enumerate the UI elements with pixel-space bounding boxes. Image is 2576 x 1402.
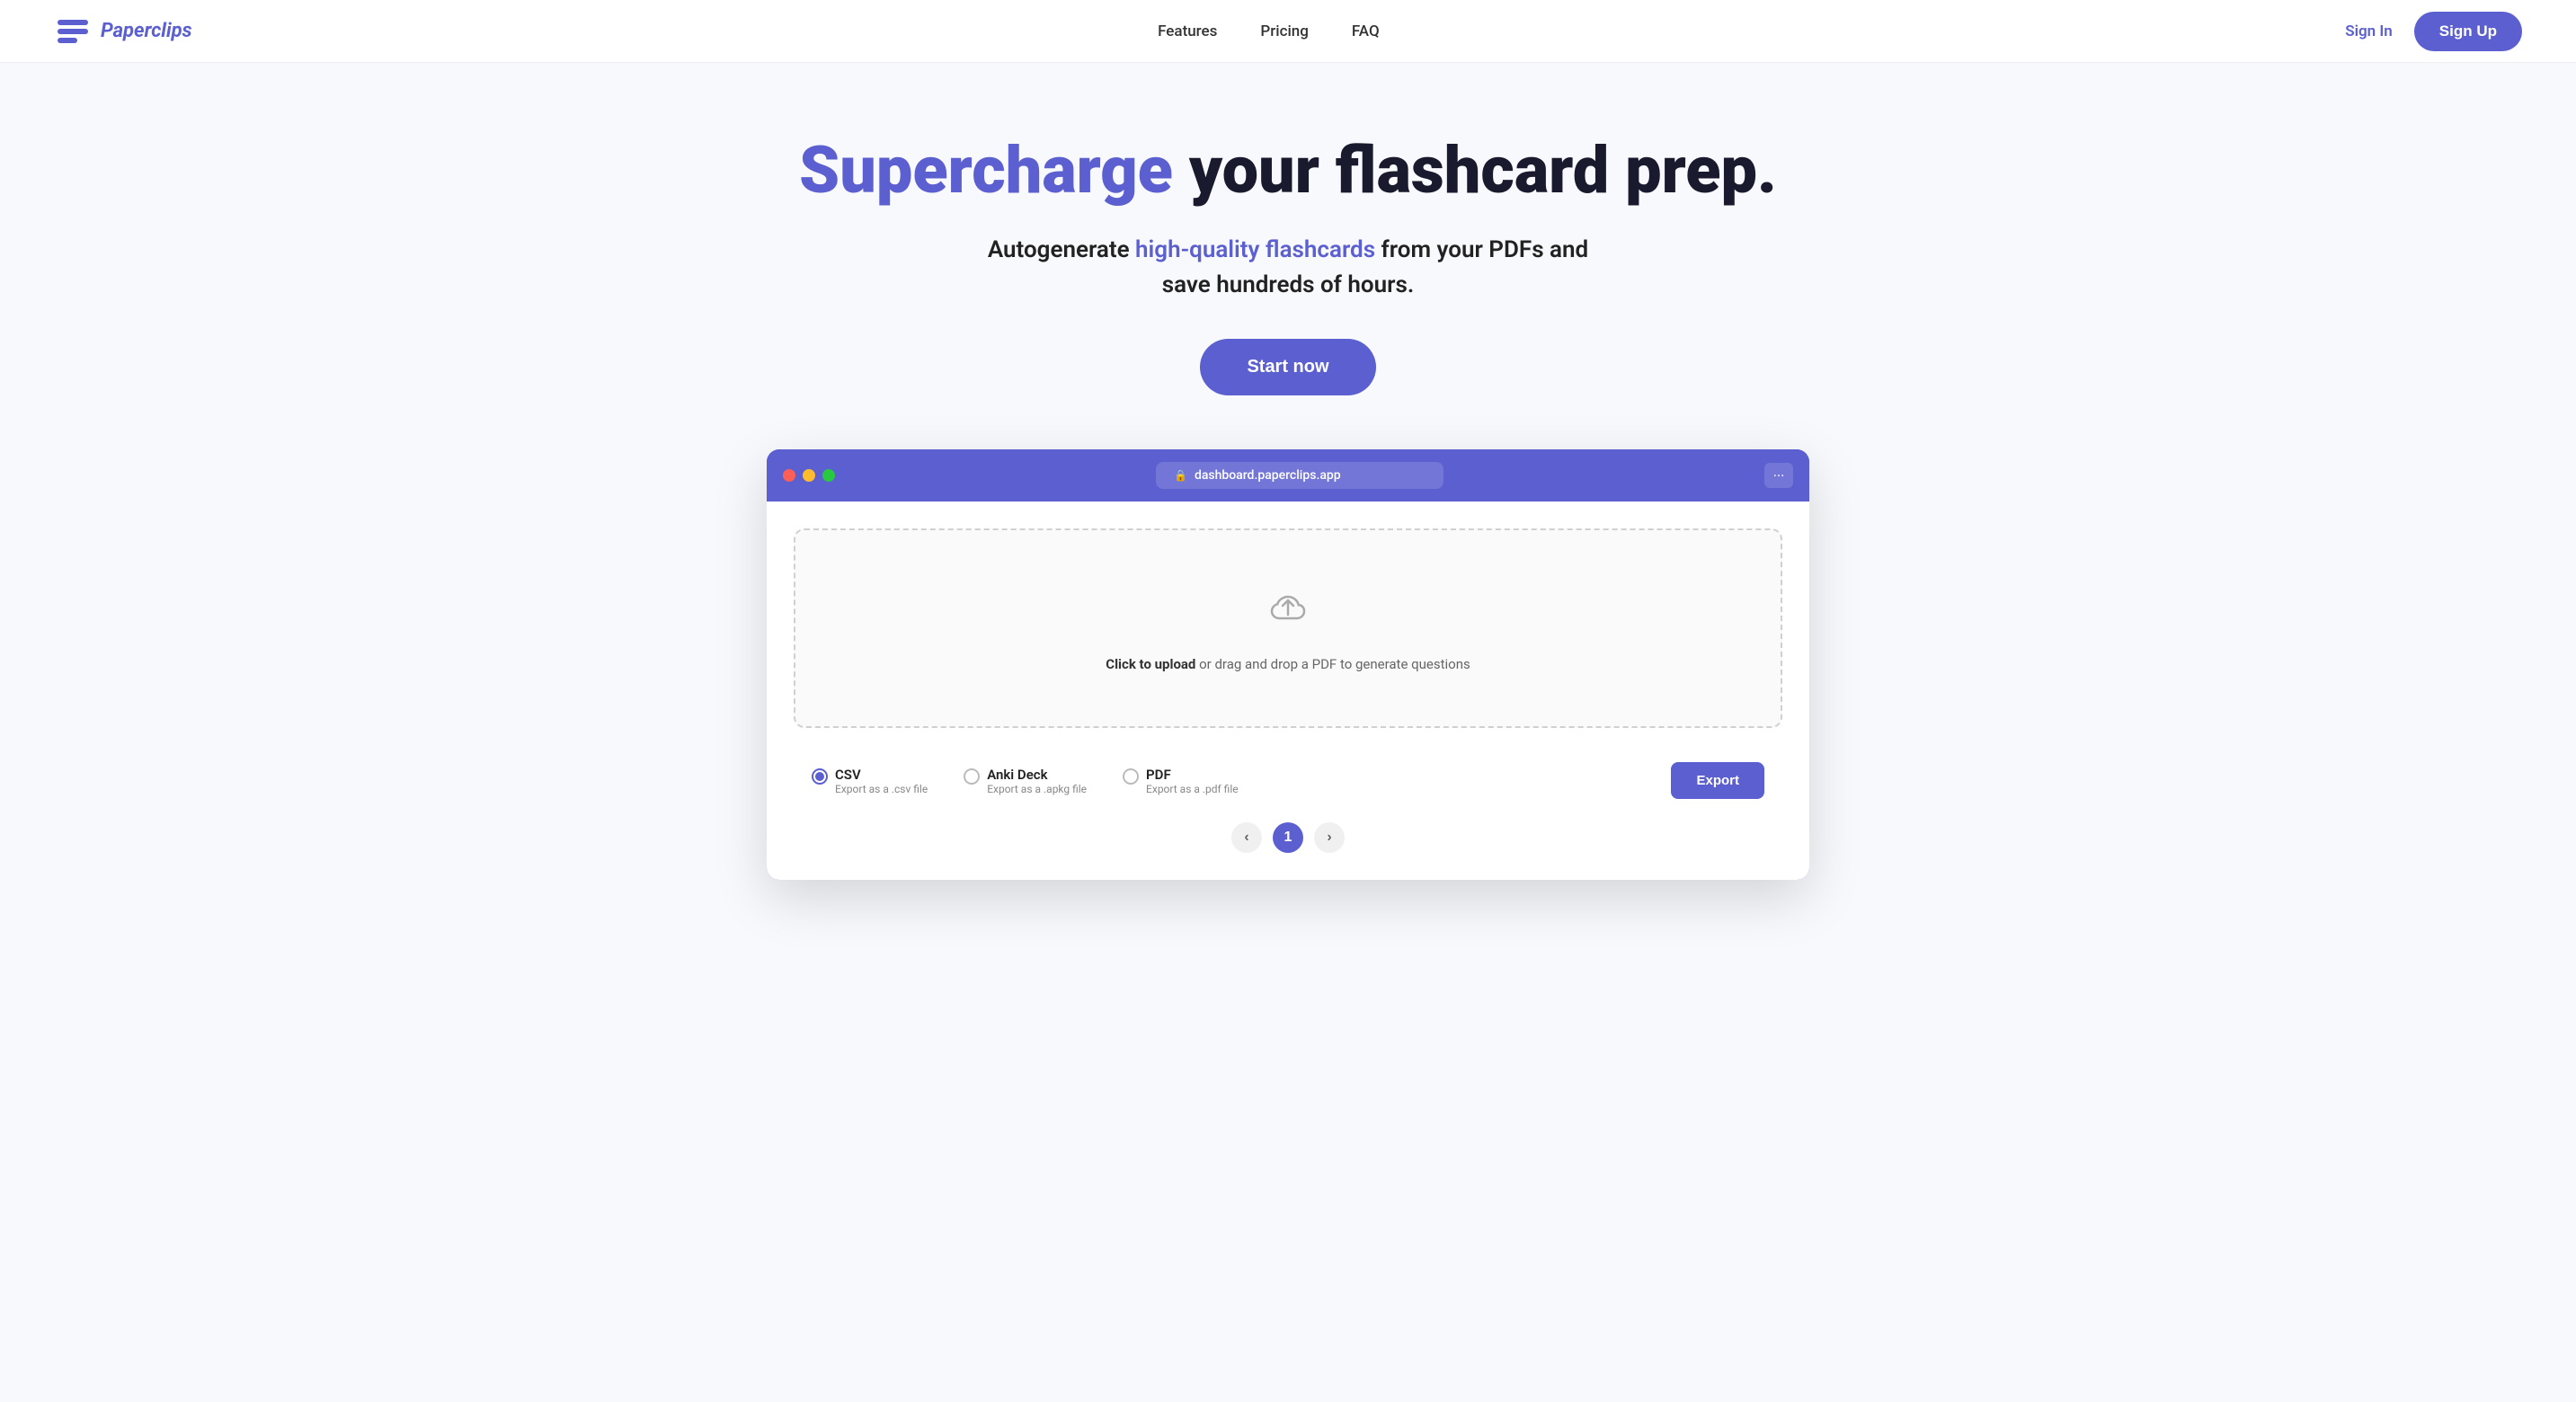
browser-content: Click to upload or drag and drop a PDF t… <box>767 501 1809 880</box>
hero-subtitle: Autogenerate high-quality flashcards fro… <box>982 233 1594 303</box>
export-option-anki[interactable]: Anki Deck Export as a .apkg file <box>964 767 1087 795</box>
nav-faq[interactable]: FAQ <box>1352 22 1380 40</box>
upload-area[interactable]: Click to upload or drag and drop a PDF t… <box>794 528 1782 728</box>
signup-button[interactable]: Sign Up <box>2414 12 2522 51</box>
hero-title: Supercharge your flashcard prep. <box>36 135 2540 206</box>
browser-toolbar: 🔒 dashboard.paperclips.app ··· <box>767 449 1809 501</box>
logo-link[interactable]: Paperclips <box>54 13 192 50</box>
logo-text: Paperclips <box>101 20 192 42</box>
address-bar-inner[interactable]: 🔒 dashboard.paperclips.app <box>1156 462 1443 489</box>
hero-subtitle-accent: high-quality flashcards <box>1135 236 1375 263</box>
upload-icon <box>831 584 1745 642</box>
export-pdf-labels: PDF Export as a .pdf file <box>1146 767 1239 795</box>
radio-anki[interactable] <box>964 768 980 785</box>
export-pdf-label: PDF <box>1146 767 1239 783</box>
page-prev-button[interactable]: ‹ <box>1231 822 1262 853</box>
export-csv-labels: CSV Export as a .csv file <box>835 767 928 795</box>
page-current-button[interactable]: 1 <box>1273 822 1303 853</box>
export-option-csv[interactable]: CSV Export as a .csv file <box>812 767 928 795</box>
export-anki-labels: Anki Deck Export as a .apkg file <box>987 767 1087 795</box>
export-csv-sub: Export as a .csv file <box>835 783 928 795</box>
export-csv-label: CSV <box>835 767 928 783</box>
hero-title-accent: Supercharge <box>799 132 1173 209</box>
export-pdf-sub: Export as a .pdf file <box>1146 783 1239 795</box>
page-next-button[interactable]: › <box>1314 822 1345 853</box>
browser-dots <box>783 469 835 482</box>
hero-section: Supercharge your flashcard prep. Autogen… <box>0 63 2576 449</box>
pagination-row: ‹ 1 › <box>794 808 1782 858</box>
browser-menu-dots[interactable]: ··· <box>1764 463 1793 488</box>
dot-minimize[interactable] <box>803 469 815 482</box>
hero-subtitle-before: Autogenerate <box>988 236 1135 263</box>
upload-cta: Click to upload <box>1106 656 1195 672</box>
nav-actions: Sign In Sign Up <box>2345 12 2522 51</box>
signin-link[interactable]: Sign In <box>2345 22 2393 40</box>
browser-mockup: 🔒 dashboard.paperclips.app ··· Click to … <box>767 449 1809 880</box>
upload-text: Click to upload or drag and drop a PDF t… <box>831 656 1745 672</box>
lock-icon: 🔒 <box>1174 469 1187 482</box>
nav-features[interactable]: Features <box>1158 22 1217 40</box>
radio-pdf[interactable] <box>1123 768 1139 785</box>
browser-mockup-wrapper: 🔒 dashboard.paperclips.app ··· Click to … <box>0 449 2576 934</box>
nav-pricing[interactable]: Pricing <box>1260 22 1309 40</box>
address-text: dashboard.paperclips.app <box>1195 468 1341 483</box>
start-now-button[interactable]: Start now <box>1200 339 1375 395</box>
export-row: CSV Export as a .csv file Anki Deck Expo… <box>794 753 1782 808</box>
browser-address-bar: 🔒 dashboard.paperclips.app <box>848 462 1752 489</box>
dot-maximize[interactable] <box>822 469 835 482</box>
export-button[interactable]: Export <box>1671 762 1764 799</box>
hero-title-rest: your flashcard prep. <box>1173 132 1777 209</box>
upload-rest: or drag and drop a PDF to generate quest… <box>1195 656 1470 672</box>
dot-close[interactable] <box>783 469 795 482</box>
nav-links: Features Pricing FAQ <box>1158 22 1380 40</box>
radio-csv[interactable] <box>812 768 828 785</box>
navbar: Paperclips Features Pricing FAQ Sign In … <box>0 0 2576 63</box>
export-option-pdf[interactable]: PDF Export as a .pdf file <box>1123 767 1239 795</box>
export-anki-sub: Export as a .apkg file <box>987 783 1087 795</box>
export-anki-label: Anki Deck <box>987 767 1087 783</box>
